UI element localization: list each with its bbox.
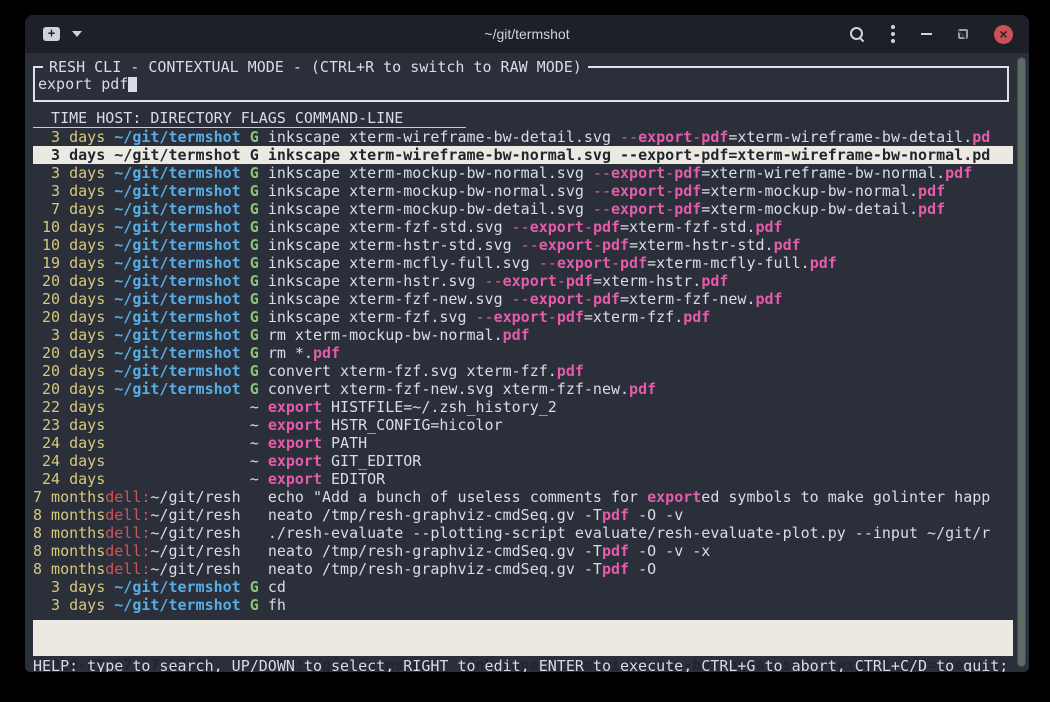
- history-row[interactable]: 8 monthsdell:~/git/resh neato /tmp/resh-…: [33, 506, 1013, 524]
- history-row[interactable]: 7 days ~/git/termshot G inkscape xterm-m…: [33, 200, 1013, 218]
- history-row[interactable]: 23 days ~ export HSTR_CONFIG=hicolor: [33, 416, 1013, 434]
- history-row[interactable]: 3 days ~/git/termshot G cd: [33, 578, 1013, 596]
- history-row-selected[interactable]: 3 days ~/git/termshot G inkscape xterm-w…: [33, 146, 1013, 164]
- history-row[interactable]: 19 days ~/git/termshot G inkscape xterm-…: [33, 254, 1013, 272]
- table-header: TIME HOST: DIRECTORY FLAGS COMMAND-LINE: [33, 109, 466, 128]
- history-row[interactable]: 3 days ~/git/termshot G inkscape xterm-m…: [33, 164, 1013, 182]
- history-row[interactable]: 20 days ~/git/termshot G convert xterm-f…: [33, 362, 1013, 380]
- titlebar: + ~/git/termshot ×: [25, 15, 1029, 53]
- history-row[interactable]: 3 days ~/git/termshot G inkscape xterm-w…: [33, 128, 1013, 146]
- restore-window-icon[interactable]: [958, 29, 968, 39]
- history-row[interactable]: 10 days ~/git/termshot G inkscape xterm-…: [33, 218, 1013, 236]
- text-cursor: [128, 77, 137, 92]
- history-row[interactable]: 3 days ~/git/termshot G fh: [33, 596, 1013, 614]
- minimize-icon[interactable]: [921, 33, 932, 35]
- history-row[interactable]: 24 days ~ export GIT_EDITOR: [33, 452, 1013, 470]
- history-row[interactable]: 22 days ~ export HISTFILE=~/.zsh_history…: [33, 398, 1013, 416]
- help-line: HELP: type to search, UP/DOWN to select,…: [33, 657, 1013, 672]
- history-row[interactable]: 24 days ~ export PATH: [33, 434, 1013, 452]
- selected-entry-detail-bar: 2020-05-07 17:17:28 tower:~/git/termshot…: [33, 620, 1013, 656]
- history-row[interactable]: 20 days ~/git/termshot G inkscape xterm-…: [33, 308, 1013, 326]
- history-row[interactable]: 20 days ~/git/termshot G convert xterm-f…: [33, 380, 1013, 398]
- history-row[interactable]: 3 days ~/git/termshot G inkscape xterm-m…: [33, 182, 1013, 200]
- chevron-down-icon[interactable]: [72, 31, 82, 37]
- history-row[interactable]: 24 days ~ export EDITOR: [33, 470, 1013, 488]
- new-tab-icon[interactable]: +: [43, 27, 60, 41]
- history-list: 3 days ~/git/termshot G inkscape xterm-w…: [33, 128, 1013, 614]
- terminal-window: + ~/git/termshot × RESH CLI - CONTEXTUAL…: [25, 15, 1029, 672]
- close-icon[interactable]: ×: [994, 25, 1013, 44]
- history-row[interactable]: 10 days ~/git/termshot G inkscape xterm-…: [33, 236, 1013, 254]
- history-row[interactable]: 7 monthsdell:~/git/resh echo "Add a bunc…: [33, 488, 1013, 506]
- terminal-content: RESH CLI - CONTEXTUAL MODE - (CTRL+R to …: [25, 53, 1029, 672]
- history-row[interactable]: 3 days ~/git/termshot G rm xterm-mockup-…: [33, 326, 1013, 344]
- history-row[interactable]: 8 monthsdell:~/git/resh neato /tmp/resh-…: [33, 542, 1013, 560]
- search-query-text: export pdf: [38, 75, 128, 93]
- prompt-box-title: RESH CLI - CONTEXTUAL MODE - (CTRL+R to …: [43, 58, 588, 76]
- history-row[interactable]: 8 monthsdell:~/git/resh neato /tmp/resh-…: [33, 560, 1013, 578]
- history-row[interactable]: 20 days ~/git/termshot G rm *.pdf: [33, 344, 1013, 362]
- history-row[interactable]: 8 monthsdell:~/git/resh ./resh-evaluate …: [33, 524, 1013, 542]
- menu-kebab-icon[interactable]: [891, 25, 895, 43]
- search-icon[interactable]: [849, 26, 865, 42]
- search-input-box[interactable]: RESH CLI - CONTEXTUAL MODE - (CTRL+R to …: [33, 66, 1009, 102]
- history-row[interactable]: 20 days ~/git/termshot G inkscape xterm-…: [33, 290, 1013, 308]
- scrollbar-thumb[interactable]: [1017, 57, 1026, 667]
- history-row[interactable]: 20 days ~/git/termshot G inkscape xterm-…: [33, 272, 1013, 290]
